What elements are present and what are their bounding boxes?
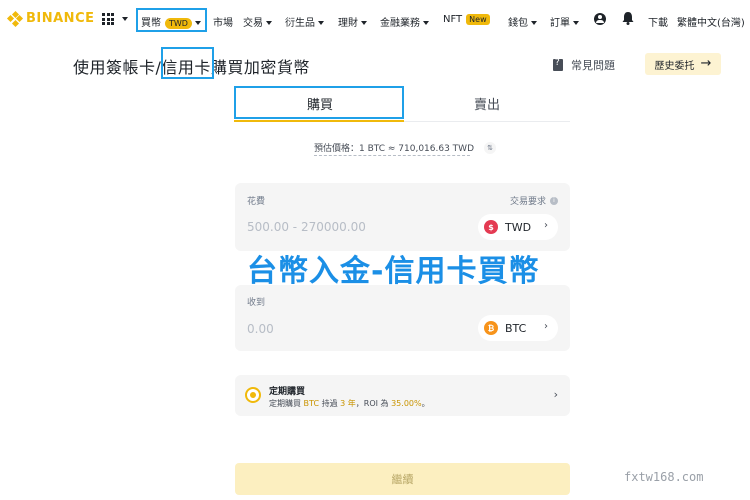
nav-orders-label: 訂單 [550,18,570,29]
desc-part: 定期購買 [269,399,304,408]
info-icon: i [550,196,558,205]
recurring-description: 定期購買 BTC 持過 3 年，ROI 為 35.00%。 [269,398,430,409]
overlay-caption: 台幣入金-信用卡買幣 [247,254,540,289]
highlight-box-buy-tab [234,86,404,119]
dashed-underline [314,155,470,156]
nav-financial-services-label: 金融業務 [380,18,420,29]
chevron-right-icon: › [544,220,548,231]
desc-years: 3 年 [340,399,356,408]
nav-orders[interactable]: 訂單 [550,14,579,29]
user-icon[interactable] [594,13,606,25]
nav-financial-services[interactable]: 金融業務 [380,14,429,29]
bell-icon[interactable] [622,12,634,25]
estimated-price: 預估價格：1 BTC ≈ 710,016.63 TWD ⇅ [314,141,496,156]
receive-label: 收到 [247,298,266,308]
nav-wallet[interactable]: 錢包 [508,14,537,29]
desc-part: 持過 [319,399,341,408]
chevron-down-icon [423,21,429,25]
highlight-box-credit-card [161,47,214,79]
chevron-right-icon: › [544,321,548,332]
estimated-price-text: 預估價格：1 BTC ≈ 710,016.63 TWD [314,144,474,154]
chevron-right-icon: › [553,388,558,401]
nav-trade-label: 交易 [243,18,263,29]
title-suffix: 購買加密貨幣 [210,58,310,77]
top-nav: BINANCE 買幣 TWD 市場 交易 衍生品 理財 金融業務 NFT New 錢… [0,0,750,40]
nav-derivatives[interactable]: 衍生品 [285,14,324,29]
logo-text: BINANCE [26,11,95,26]
recurring-icon [245,387,261,403]
buy-sell-tabs: 購買 賣出 [234,86,570,122]
requirement-label: 交易要求 [509,197,546,207]
order-history-button[interactable]: 歷史委托 → [645,53,721,75]
crypto-currency-label: BTC [505,321,527,335]
continue-button[interactable]: 繼續 [235,463,570,495]
transaction-requirement[interactable]: 交易要求 i [510,194,558,207]
chevron-down-icon [318,21,324,25]
desc-part: 。 [421,399,430,408]
watermark: fxtw168.com [624,470,704,484]
nav-finance-label: 理財 [338,18,358,29]
chevron-down-icon [573,21,579,25]
chevron-down-icon [531,21,537,25]
swap-icon[interactable]: ⇅ [484,141,496,154]
active-tab-indicator [234,120,404,122]
chevron-down-icon [361,21,367,25]
fiat-currency-label: TWD [505,220,532,234]
nav-download[interactable]: 下載 [648,14,668,29]
nav-derivatives-label: 衍生品 [285,18,315,29]
receive-card: 收到 0.00 ₿ BTC › [235,285,570,351]
btc-coin-icon: ₿ [484,321,498,335]
binance-logo-icon [6,10,24,27]
tab-sell[interactable]: 賣出 [404,86,570,120]
twd-coin-icon: $ [484,220,498,234]
nav-finance[interactable]: 理財 [338,14,367,29]
desc-part: ，ROI 為 [355,399,392,408]
desc-roi: 35.00% [391,399,422,408]
desc-coin: BTC [303,399,320,408]
nav-nft-label: NFT [443,14,463,25]
arrow-right-icon: → [700,56,712,71]
new-badge: New [466,14,490,25]
nav-nft[interactable]: NFT New [443,14,490,25]
nav-trade[interactable]: 交易 [243,14,272,29]
apps-grid-icon[interactable] [102,13,114,25]
recurring-buy-card[interactable]: 定期購買 定期購買 BTC 持過 3 年，ROI 為 35.00%。 › [235,375,570,416]
binance-logo[interactable]: BINANCE [6,10,95,27]
faq-link[interactable]: 常見問題 [553,57,615,73]
title-prefix: 使用簽帳卡/ [73,58,162,77]
spend-card: 花費 交易要求 i 500.00 - 270000.00 $ TWD › [235,183,570,251]
recurring-title: 定期購買 [269,387,306,397]
apps-chevron-down-icon[interactable] [122,17,128,21]
receive-amount-input[interactable]: 0.00 [247,322,274,336]
history-label: 歷史委托 [654,60,695,72]
faq-book-icon [553,58,563,71]
nav-language[interactable]: 繁體中文(台灣) [677,14,745,29]
crypto-currency-selector[interactable]: ₿ BTC › [478,315,558,341]
spend-label: 花費 [247,197,266,207]
highlight-box-buy [136,8,207,32]
nav-market[interactable]: 市場 [213,14,233,29]
chevron-down-icon [266,21,272,25]
spend-amount-input[interactable]: 500.00 - 270000.00 [247,220,366,234]
faq-label: 常見問題 [571,59,615,72]
nav-wallet-label: 錢包 [508,18,528,29]
fiat-currency-selector[interactable]: $ TWD › [478,214,558,240]
